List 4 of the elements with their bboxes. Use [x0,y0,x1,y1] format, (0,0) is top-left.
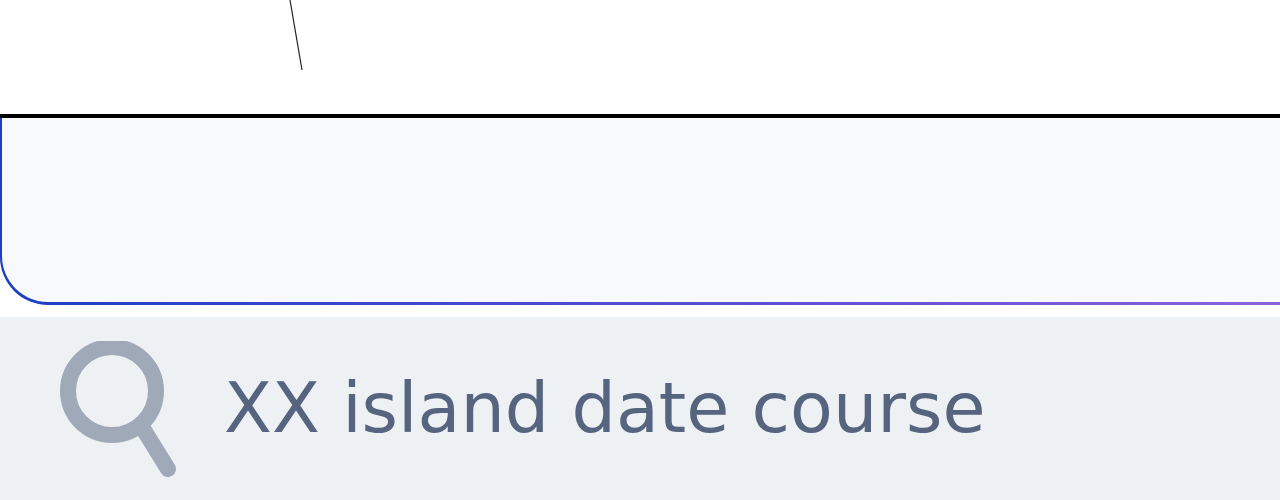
search-icon [60,340,176,477]
search-field[interactable]: XX island date course [224,356,1124,461]
search-bar[interactable]: XX island date course [0,317,1280,500]
stroke-line [289,0,303,71]
